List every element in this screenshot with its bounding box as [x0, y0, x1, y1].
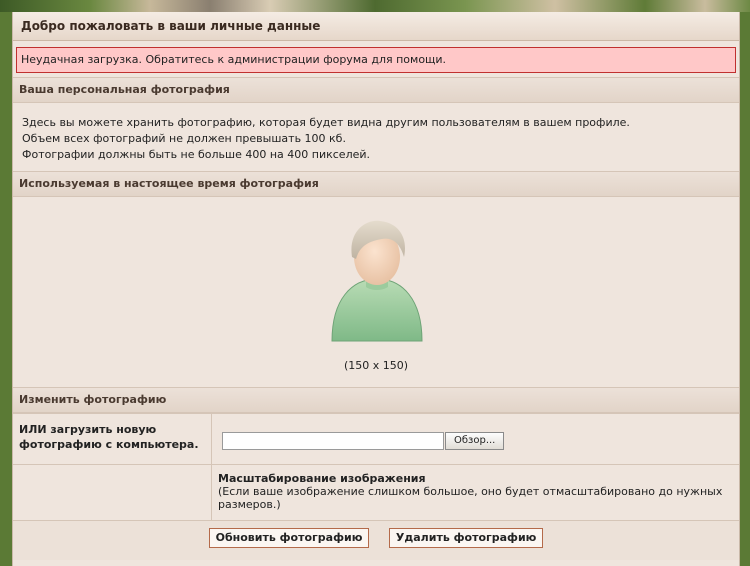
info-line: Объем всех фотографий не должен превышат… [22, 132, 346, 145]
browse-button[interactable]: Обзор... [445, 432, 505, 450]
actions-row: Обновить фотографию Удалить фотографию [13, 520, 739, 560]
photo-dimensions: (150 x 150) [343, 359, 409, 372]
file-path-input[interactable] [222, 432, 444, 450]
personal-photo-heading: Ваша персональная фотография [13, 77, 739, 103]
scale-info: Масштабирование изображения (Если ваше и… [211, 464, 739, 520]
empty-label-cell [13, 464, 212, 520]
change-photo-form: ИЛИ загрузить новую фотографию с компьют… [13, 413, 739, 520]
file-upload-cell: Обзор... [211, 413, 739, 465]
current-photo-heading: Используемая в настоящее время фотографи… [13, 171, 739, 197]
delete-photo-button[interactable]: Удалить фотографию [388, 528, 544, 548]
default-avatar-icon [331, 220, 423, 342]
update-photo-button[interactable]: Обновить фотографию [208, 528, 370, 548]
page-title: Добро пожаловать в ваши личные данные [13, 12, 739, 41]
upload-label: ИЛИ загрузить новую фотографию с компьют… [13, 413, 212, 465]
error-message: Неудачная загрузка. Обратитесь к админис… [16, 47, 736, 73]
scale-title: Масштабирование изображения [218, 472, 426, 485]
profile-photo-panel: Добро пожаловать в ваши личные данные Не… [12, 12, 740, 566]
change-photo-heading: Изменить фотографию [13, 387, 739, 413]
info-line: Фотографии должны быть не больше 400 на … [22, 148, 371, 161]
current-photo-area: (150 x 150) [13, 197, 739, 387]
header-decoration [0, 0, 750, 12]
scale-note: (Если ваше изображение слишком большое, … [218, 485, 723, 511]
personal-photo-info: Здесь вы можете хранить фотографию, кото… [13, 103, 739, 171]
info-line: Здесь вы можете хранить фотографию, кото… [22, 116, 630, 129]
